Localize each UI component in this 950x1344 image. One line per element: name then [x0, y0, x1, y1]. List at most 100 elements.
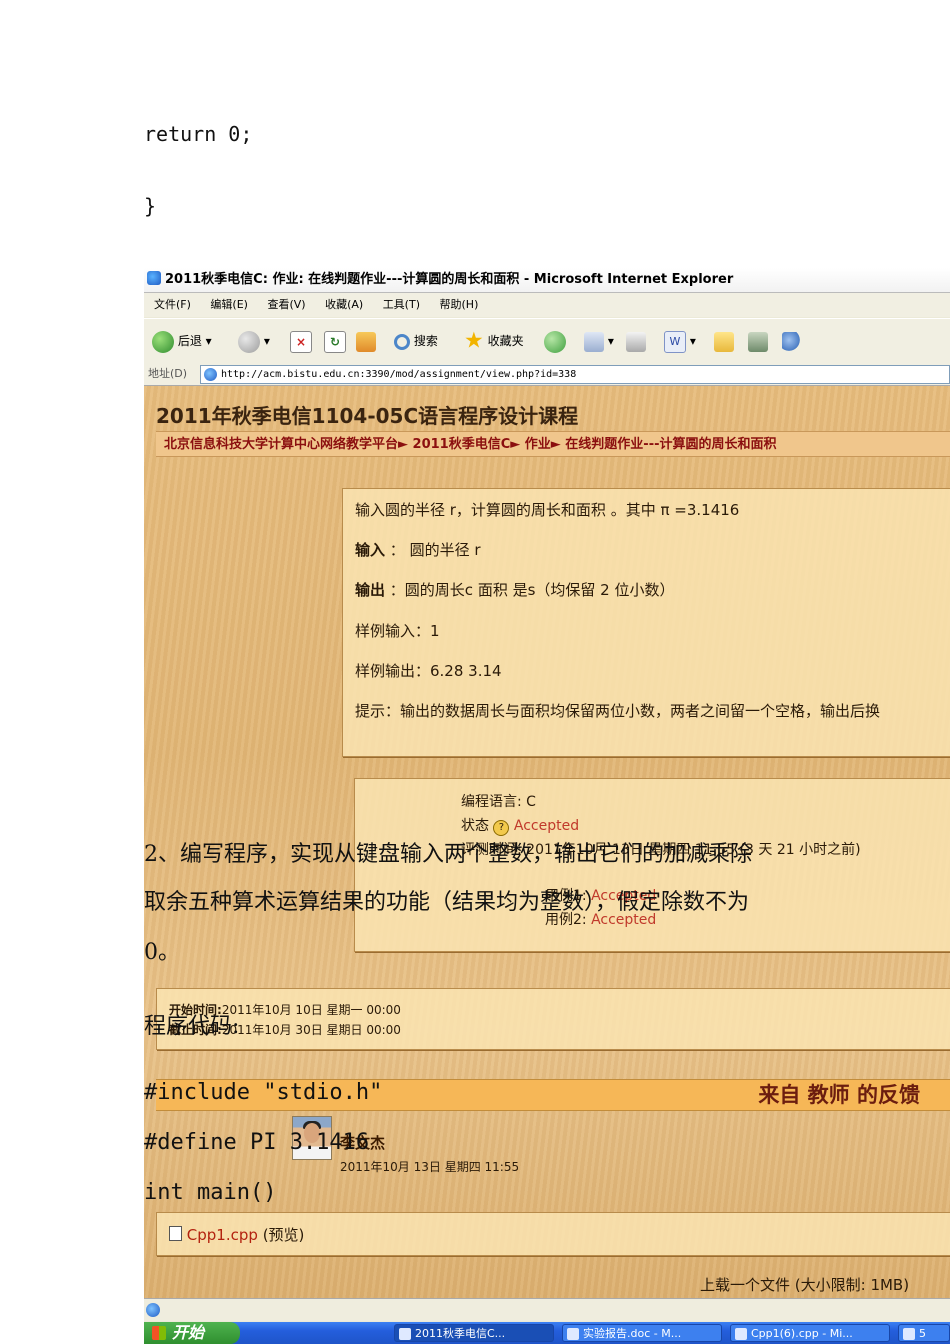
folder-icon — [714, 331, 734, 352]
messenger-button[interactable] — [782, 329, 802, 353]
file-box: Cpp1.cpp (预览) — [156, 1212, 950, 1256]
menu-file[interactable]: 文件(F) — [154, 298, 191, 311]
favorites-button[interactable]: ★ 收藏夹 — [464, 329, 524, 353]
task-group[interactable]: 5 — [898, 1324, 950, 1342]
address-label: 地址(D) — [148, 367, 188, 380]
address-url: http://acm.bistu.edu.cn:3390/mod/assignm… — [221, 369, 577, 380]
history-icon — [544, 330, 566, 353]
task-ie-icon — [399, 1328, 411, 1340]
task-line-1: 2、编写程序，实现从键盘输入两个整数，输出它们的加减乘除 — [144, 842, 752, 867]
status-bar — [144, 1298, 950, 1321]
search-label: 搜索 — [413, 334, 438, 348]
mail-button[interactable]: ▾ — [584, 329, 614, 353]
page-icon — [204, 368, 217, 381]
refresh-icon: ↻ — [324, 330, 346, 353]
mail-icon — [584, 331, 604, 352]
stop-button[interactable]: × — [290, 329, 312, 353]
code-line-close-brace: } — [144, 194, 157, 218]
file-link[interactable]: Cpp1.cpp — [187, 1226, 258, 1244]
address-bar: 地址(D) http://acm.bistu.edu.cn:3390/mod/a… — [144, 363, 950, 386]
sample-input: 样例输入：1 — [355, 622, 440, 640]
users-icon — [782, 331, 802, 352]
search-button[interactable]: 搜索 — [394, 329, 438, 353]
research-button[interactable] — [748, 329, 768, 353]
window-titlebar: 2011秋季电信C: 作业: 在线判题作业---计算圆的周长和面积 - Micr… — [144, 268, 950, 293]
sample-output: 样例输出：6.28 3.14 — [355, 662, 502, 680]
word-icon: W — [664, 330, 686, 353]
problem-box: 输入圆的半径 r，计算圆的周长和面积 。其中 π =3.1416 输入 ： 圆的… — [342, 488, 950, 757]
favorites-label: 收藏夹 — [487, 334, 524, 348]
dates-box: 开始时间:2011年10月 10日 星期一 00:00 截止时间:2011年10… — [156, 988, 950, 1050]
file-row: Cpp1.cpp (预览) — [169, 1224, 304, 1245]
language-text: 编程语言: C — [461, 794, 536, 810]
refresh-button[interactable]: ↻ — [324, 329, 346, 353]
print-button[interactable] — [626, 329, 646, 353]
task-word-label: 实验报告.doc - M... — [583, 1327, 682, 1340]
preview-link[interactable]: (预览) — [263, 1226, 305, 1244]
start-value: 2011年10月 10日 星期一 00:00 — [221, 1003, 401, 1017]
home-icon — [356, 331, 376, 352]
back-label: 后退 — [177, 334, 202, 348]
output-label: 输出 — [355, 581, 386, 599]
status-row: 状态 ? Accepted — [461, 815, 579, 836]
forward-arrow-icon — [238, 330, 260, 353]
menu-view[interactable]: 查看(V) — [267, 298, 305, 311]
star-icon: ★ — [464, 328, 484, 354]
task-ie-label: 2011秋季电信C... — [415, 1327, 506, 1340]
start-button[interactable]: 开始 — [144, 1322, 240, 1344]
help-icon[interactable]: ? — [493, 820, 510, 836]
feedback-title: 来自 教师 的反馈 — [758, 1083, 920, 1107]
task-cpp[interactable]: Cpp1(6).cpp - Mi... — [730, 1324, 890, 1342]
problem-statement: 输入圆的半径 r，计算圆的周长和面积 。其中 π =3.1416 — [355, 501, 740, 519]
input-text: ： 圆的半径 r — [389, 541, 481, 559]
task-ie[interactable]: 2011秋季电信C... — [394, 1324, 554, 1342]
end-value: 2011年10月 30日 星期日 00:00 — [221, 1023, 401, 1037]
back-arrow-icon — [152, 330, 174, 353]
status-label: 状态 — [461, 818, 489, 834]
code-line-return: return 0; — [144, 122, 253, 146]
input-row: 输入 ： 圆的半径 r — [355, 539, 481, 560]
window-title: 2011秋季电信C: 作业: 在线判题作业---计算圆的周长和面积 - Micr… — [165, 272, 734, 287]
upload-text[interactable]: 上载一个文件 (大小限制: 1MB) — [700, 1274, 909, 1295]
code-label: 程序代码: — [144, 1014, 240, 1039]
menu-bar: 文件(F) 编辑(E) 查看(V) 收藏(A) 工具(T) 帮助(H) — [144, 293, 950, 317]
address-input[interactable]: http://acm.bistu.edu.cn:3390/mod/assignm… — [200, 365, 950, 384]
input-label: 输入 — [355, 541, 386, 559]
print-icon — [626, 331, 646, 352]
problem-hint: 提示：输出的数据周长与面积均保留两位小数，两者之间留一个空格，输出后换 — [355, 702, 881, 720]
task-line-3: 0。 — [144, 940, 180, 965]
menu-tools[interactable]: 工具(T) — [383, 298, 420, 311]
start-label: 开始 — [172, 1323, 205, 1342]
code-line-main: int main() — [144, 1180, 277, 1205]
menu-help[interactable]: 帮助(H) — [440, 298, 479, 311]
research-icon — [748, 331, 768, 352]
menu-favorites[interactable]: 收藏(A) — [325, 298, 363, 311]
task-group-icon — [903, 1328, 915, 1340]
task-word[interactable]: 实验报告.doc - M... — [562, 1324, 722, 1342]
back-button[interactable]: 后退 ▾ — [152, 329, 212, 353]
folder-button[interactable] — [714, 329, 734, 353]
ie-logo-icon — [147, 271, 161, 285]
course-title: 2011年秋季电信1104-05C语言程序设计课程 — [156, 404, 579, 428]
task-word-icon — [567, 1328, 579, 1340]
breadcrumb[interactable]: 北京信息科技大学计算中心网络教学平台► 2011秋季电信C► 作业► 在线判题作… — [156, 431, 950, 457]
forward-button[interactable]: ▾ — [238, 329, 270, 353]
output-row: 输出 ：圆的周长c 面积 是s（均保留 2 位小数） — [355, 579, 674, 600]
taskbar: 开始 2011秋季电信C... 实验报告.doc - M... Cpp1(6).… — [144, 1322, 950, 1344]
home-button[interactable] — [356, 329, 376, 353]
windows-logo-icon — [152, 1326, 166, 1340]
stop-icon: × — [290, 330, 312, 353]
search-icon — [394, 333, 410, 350]
toolbar: 后退 ▾ ▾ × ↻ 搜索 ★ 收藏夹 ▾ W ▾ — [144, 318, 950, 364]
history-button[interactable] — [544, 329, 566, 353]
task-line-2: 取余五种算术运算结果的功能（结果均为整数），假定除数不为 — [144, 890, 750, 915]
teacher-time: 2011年10月 13日 星期四 11:55 — [340, 1160, 520, 1174]
menu-edit[interactable]: 编辑(E) — [210, 298, 248, 311]
code-line-include: #include "stdio.h" — [144, 1080, 383, 1105]
task-cpp-icon — [735, 1328, 747, 1340]
word-button[interactable]: W ▾ — [664, 329, 696, 353]
task-cpp-label: Cpp1(6).cpp - Mi... — [751, 1327, 853, 1340]
status-page-icon — [146, 1303, 160, 1317]
task-group-label: 5 — [919, 1327, 926, 1340]
output-text: ：圆的周长c 面积 是s（均保留 2 位小数） — [389, 581, 675, 599]
